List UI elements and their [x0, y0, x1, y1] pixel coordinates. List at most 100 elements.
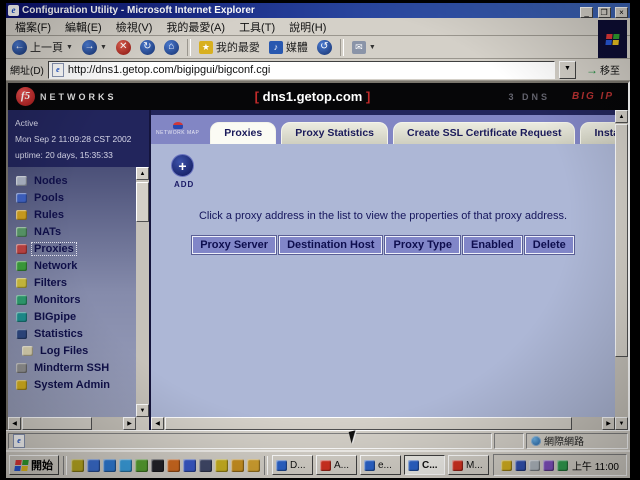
- history-icon: ↺: [317, 40, 332, 55]
- filters-icon: [16, 278, 27, 288]
- tab[interactable]: Proxies: [210, 122, 276, 144]
- quick-launch-icon[interactable]: [71, 459, 84, 472]
- sidebar-item[interactable]: System Admin: [16, 376, 136, 393]
- add-proxy-button[interactable]: +: [171, 154, 194, 177]
- sidebar-item-label: Monitors: [32, 294, 82, 306]
- tray-icon[interactable]: [529, 460, 540, 471]
- task-button[interactable]: e...: [360, 455, 401, 475]
- scroll-thumb[interactable]: [615, 124, 628, 357]
- minimize-button[interactable]: _: [580, 7, 593, 18]
- refresh-button[interactable]: ↻: [136, 39, 159, 56]
- maximize-button[interactable]: ❐: [598, 7, 611, 18]
- mail-button[interactable]: ✉ ▼: [348, 40, 380, 55]
- tab[interactable]: Proxy Statistics: [281, 122, 388, 144]
- sidebar-item[interactable]: Nodes: [16, 172, 136, 189]
- back-icon: ←: [12, 40, 27, 55]
- quick-launch-icon[interactable]: [199, 459, 212, 472]
- sidebar-vertical-scrollbar[interactable]: ▲ ▼: [136, 167, 149, 417]
- taskbar-clock[interactable]: 上午 11:00: [572, 458, 619, 473]
- sidebar-item[interactable]: Mindterm SSH: [16, 359, 136, 376]
- go-button[interactable]: → 移至: [580, 61, 626, 78]
- menu-item[interactable]: 檔案(F): [8, 18, 58, 36]
- ie-throbber-logo: [598, 20, 627, 58]
- proxy-table-header[interactable]: Proxy Server: [192, 236, 276, 254]
- sidebar-item[interactable]: Filters: [16, 274, 136, 291]
- tray-icon[interactable]: [515, 460, 526, 471]
- sidebar-item[interactable]: Proxies: [16, 240, 136, 257]
- task-button[interactable]: A...: [316, 455, 357, 475]
- sidebar-item[interactable]: Monitors: [16, 291, 136, 308]
- scroll-up-button[interactable]: ▲: [615, 110, 628, 123]
- back-button[interactable]: ← 上一頁 ▼: [8, 38, 77, 56]
- address-dropdown-button[interactable]: ▼: [559, 61, 576, 79]
- stop-button[interactable]: ✕: [112, 39, 135, 56]
- sidebar-item[interactable]: Rules: [16, 206, 136, 223]
- task-button[interactable]: C...: [404, 455, 445, 475]
- quick-launch-icon[interactable]: [119, 459, 132, 472]
- quick-launch-icon[interactable]: [215, 459, 228, 472]
- quick-launch-icon[interactable]: [135, 459, 148, 472]
- proxy-table-header[interactable]: Delete: [525, 236, 574, 254]
- scroll-thumb[interactable]: [165, 417, 572, 430]
- sidebar-item[interactable]: Log Files: [22, 342, 136, 359]
- scroll-right-button[interactable]: ▶: [123, 417, 136, 430]
- quick-launch-icon[interactable]: [87, 459, 100, 472]
- tray-icon[interactable]: [557, 460, 568, 471]
- status-message-panel: e: [8, 433, 492, 449]
- scroll-left-button[interactable]: ◀: [151, 417, 164, 430]
- scroll-thumb[interactable]: [136, 182, 149, 222]
- quick-launch-icon[interactable]: [103, 459, 116, 472]
- scroll-up-button[interactable]: ▲: [136, 167, 149, 180]
- tab[interactable]: Install SSL Certif: [580, 122, 615, 144]
- start-button[interactable]: 開始: [9, 455, 59, 475]
- log-files-icon: [22, 346, 33, 356]
- menu-item[interactable]: 檢視(V): [109, 18, 160, 36]
- history-button[interactable]: ↺: [313, 39, 336, 56]
- tab[interactable]: Create SSL Certificate Request: [393, 122, 575, 144]
- proxy-table-header[interactable]: Enabled: [463, 236, 522, 254]
- quick-launch-icon[interactable]: [151, 459, 164, 472]
- scroll-left-button[interactable]: ◀: [8, 417, 21, 430]
- scroll-thumb[interactable]: [22, 417, 92, 430]
- title-bar[interactable]: e Configuration Utility - Microsoft Inte…: [6, 3, 630, 18]
- tray-icon[interactable]: [543, 460, 554, 471]
- home-button[interactable]: ⌂: [160, 39, 183, 56]
- address-url: http://dns1.getop.com/bigipgui/bigconf.c…: [68, 64, 270, 76]
- task-button[interactable]: M...: [448, 455, 489, 475]
- main-horizontal-scrollbar[interactable]: ◀ ▶: [151, 417, 615, 430]
- scroll-right-button[interactable]: ▶: [602, 417, 615, 430]
- main-vertical-scrollbar[interactable]: ▲ ▼: [615, 110, 628, 430]
- forward-button[interactable]: → ▼: [78, 39, 111, 56]
- favorites-button[interactable]: ★ 我的最愛: [195, 38, 264, 56]
- sidebar-item[interactable]: Pools: [16, 189, 136, 206]
- close-button[interactable]: ×: [615, 7, 628, 18]
- menu-item[interactable]: 工具(T): [232, 18, 282, 36]
- network-map-button[interactable]: NETWORK MAP: [156, 122, 199, 136]
- menu-item[interactable]: 編輯(E): [58, 18, 109, 36]
- task-button-icon: [364, 460, 375, 471]
- tray-icon[interactable]: [501, 460, 512, 471]
- sidebar-item[interactable]: BIGpipe: [16, 308, 136, 325]
- scroll-down-button[interactable]: ▼: [615, 417, 628, 430]
- quick-launch-icon[interactable]: [183, 459, 196, 472]
- menu-item[interactable]: 我的最愛(A): [159, 18, 232, 36]
- scroll-down-button[interactable]: ▼: [136, 404, 149, 417]
- sidebar-item[interactable]: NATs: [16, 223, 136, 240]
- menu-item[interactable]: 說明(H): [282, 18, 333, 36]
- proxy-table-header[interactable]: Proxy Type: [385, 236, 460, 254]
- quick-launch-icon[interactable]: [247, 459, 260, 472]
- sidebar-item-label: Rules: [32, 209, 66, 221]
- quick-launch-icon[interactable]: [231, 459, 244, 472]
- sidebar-item[interactable]: Network: [16, 257, 136, 274]
- task-button[interactable]: D...: [272, 455, 313, 475]
- sidebar-item-label: Statistics: [32, 328, 85, 340]
- media-button[interactable]: ♪ 媒體: [265, 38, 312, 56]
- browser-window: e Configuration Utility - Microsoft Inte…: [6, 3, 630, 478]
- proxy-table-header[interactable]: Destination Host: [279, 236, 382, 254]
- sidebar-item[interactable]: Statistics: [16, 325, 136, 342]
- address-input[interactable]: e http://dns1.getop.com/bigipgui/bigconf…: [48, 61, 555, 79]
- sidebar-item-label: Network: [32, 260, 79, 272]
- quick-launch-icon[interactable]: [167, 459, 180, 472]
- product-3dns-label: 3 DNS: [508, 92, 550, 102]
- sidebar-horizontal-scrollbar[interactable]: ◀ ▶: [8, 417, 149, 430]
